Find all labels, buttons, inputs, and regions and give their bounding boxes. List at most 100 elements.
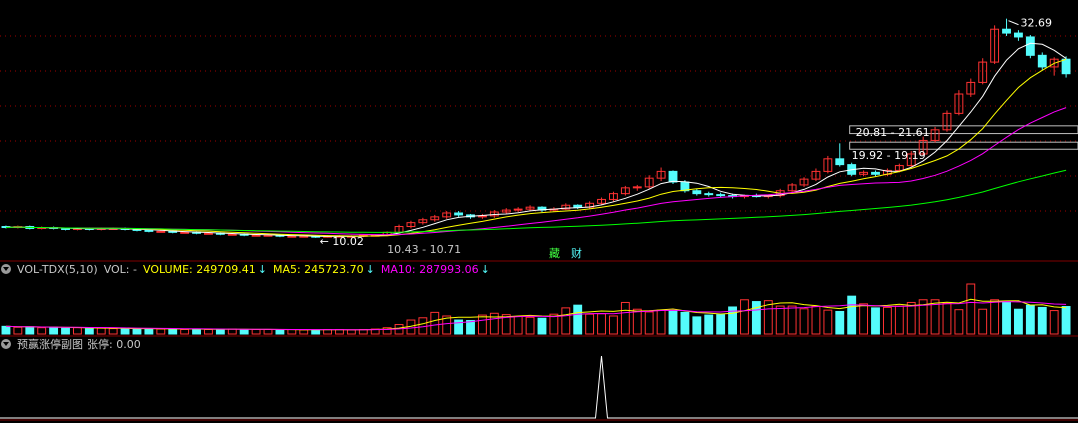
volume-bar [537,317,547,335]
volume-bar [1002,301,1011,335]
candle [156,230,166,233]
volume-bar [680,311,690,335]
volume-bar [192,328,201,335]
volume-bar [430,311,440,335]
volume-bar [978,308,988,335]
volume-bar [894,305,904,335]
volume-bar [644,311,654,335]
signal-legend: 预赢涨停副图 张停: 0.00 [0,338,147,352]
volume-bar [525,316,535,335]
volume-bar [775,305,785,335]
volume-bar [740,299,749,335]
volume-bar [704,314,714,335]
candle [835,158,845,166]
candle [251,234,261,237]
chevron-down-icon[interactable] [1,339,11,349]
header-badge-2[interactable]: 财 [571,247,582,261]
volume-bar [620,301,630,335]
volume-bar [477,314,487,335]
volume-bar [25,326,35,335]
volume-bar [906,301,916,335]
volume-ma5-value: MA5: 245723.70 [272,263,364,276]
volume-bar [239,328,249,335]
high-price-pointer [1008,20,1019,26]
candle [716,194,726,197]
candle [1061,58,1071,75]
volume-bar [72,327,82,335]
volume-bar [847,295,857,335]
candle [204,232,213,235]
volume-bar [823,309,833,335]
volume-bar [120,328,130,335]
volume-bar [1061,306,1071,335]
volume-bar [37,327,47,335]
high-price-label: 32.69 [1021,17,1053,30]
volume-bar [346,329,356,335]
candle [144,229,154,232]
volume-bar [61,327,70,335]
volume-bar [180,328,190,335]
volume-bar [811,306,821,335]
volume-legend: VOL-TDX(5,10) VOL: - VOLUME: 249709.41 ↓ MA5… [0,263,496,277]
volume-bar [263,328,273,335]
candle [632,186,642,189]
volume-bar [609,315,618,335]
volume-bar [942,302,952,335]
volume-bar [632,308,642,335]
candle [227,233,237,236]
candle [454,212,464,216]
volume-bar [156,328,166,335]
volume-bar [311,329,321,335]
volume-bar [251,328,261,335]
volume-bar [275,329,285,335]
candle [704,193,714,196]
volume-indicator-name[interactable]: VOL-TDX(5,10) [17,263,98,276]
volume-bar [799,308,809,335]
volume-bar [144,328,154,335]
volume-bar [882,306,892,335]
candle [513,208,523,211]
range-label: 20.81 - 21.61 [856,126,930,139]
volume-bar [1037,306,1047,335]
header-badge-1[interactable]: 藏 [549,247,560,261]
signal-indicator-name[interactable]: 预赢涨停副图 [17,338,83,351]
signal-value: 张停: 0.00 [87,338,141,351]
candle [180,231,190,234]
candle [573,204,583,208]
candle [1037,54,1047,68]
candle [871,171,880,175]
candlestick-chart[interactable]: 32.69 ← 10.02 10.43 - 10.71 20.81 - 21.61 19… [0,0,1078,423]
volume-bar [871,307,880,335]
candle [287,235,297,238]
volume-bar [954,309,964,335]
volume-bar [692,316,702,335]
signal-line [0,355,1078,419]
price-range-box [849,141,1078,150]
volume-value: VOLUME: 249709.41 [142,263,256,276]
chevron-down-icon[interactable] [1,264,11,274]
volume-bar [1014,308,1023,335]
candle [1014,32,1023,38]
volume-bar [549,313,559,335]
volume-ma10-value: MA10: 287993.06 [380,263,479,276]
low-price-label: ← 10.02 [320,235,364,248]
volume-bar [13,326,23,335]
volume-bar [656,309,666,335]
candle [1025,36,1035,56]
candle [1002,28,1011,34]
volume-bar [859,303,869,335]
volume-bar [561,307,571,335]
range-label: 10.43 - 10.71 [387,243,461,256]
volume-bar [299,329,309,335]
volume-bar [204,328,213,335]
candle [668,170,678,183]
volume-bar [168,328,178,335]
volume-bar [597,313,606,335]
ma-line [5,58,1067,237]
volume-bar [787,305,797,335]
volume-bar [49,326,59,335]
volume-bar [287,328,297,335]
volume-bar [132,328,142,335]
down-arrow-icon: ↓ [257,263,267,276]
volume-bar [96,327,106,335]
